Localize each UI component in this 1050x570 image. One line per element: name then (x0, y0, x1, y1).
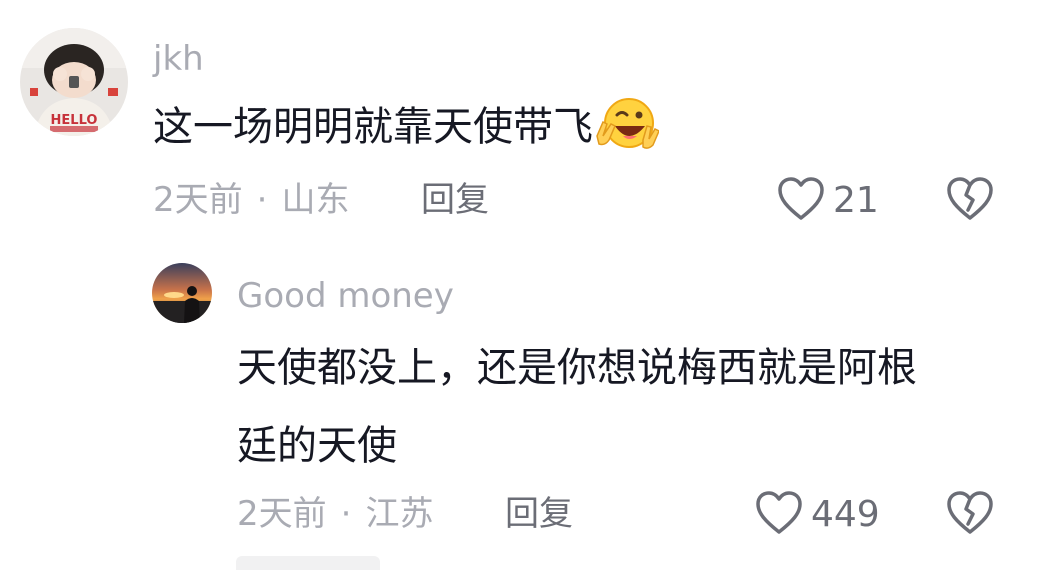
broken-heart-icon (946, 491, 994, 540)
avatar[interactable]: HELLO (20, 28, 128, 136)
comment-time: 2天前 (237, 494, 327, 534)
expand-replies-chip[interactable] (236, 556, 380, 570)
comment-text: 这一场明明就靠天使带飞 (153, 88, 660, 178)
heart-outline-icon (755, 490, 803, 540)
comment-text-line: 天使都没上，还是你想说梅西就是阿根 (237, 345, 917, 391)
like-button[interactable]: 449 (755, 490, 880, 540)
comment-text: 天使都没上，还是你想说梅西就是阿根 廷的天使 (237, 329, 917, 485)
dislike-button[interactable] (946, 176, 994, 226)
grinning-wink-peace-emoji-icon (593, 96, 660, 178)
heart-outline-icon (777, 176, 825, 226)
comment-location: 山东 (281, 180, 350, 220)
comment-text-line: 廷的天使 (237, 423, 397, 469)
comment-meta: 2天前 · 江苏 (237, 497, 433, 531)
comment-text-body: 这一场明明就靠天使带飞 (153, 104, 593, 150)
comment-meta: 2天前 · 山东 (153, 183, 349, 217)
comment-time: 2天前 (153, 180, 243, 220)
comment-location: 江苏 (365, 494, 434, 534)
reply-button[interactable]: 回复 (421, 183, 489, 217)
broken-heart-icon (946, 177, 994, 226)
like-button[interactable]: 21 (777, 176, 879, 226)
like-count: 21 (833, 180, 879, 221)
dislike-button[interactable] (946, 490, 994, 540)
comment-username[interactable]: Good money (237, 279, 454, 313)
comment-username[interactable]: jkh (153, 42, 204, 76)
meta-separator: · (256, 180, 268, 220)
reply-comment-item: Good money 天使都没上，还是你想说梅西就是阿根 廷的天使 2天前 · 江苏… (0, 255, 1050, 555)
meta-separator: · (340, 494, 352, 534)
like-count: 449 (811, 494, 880, 535)
avatar[interactable] (152, 263, 212, 323)
comment-item: HELLO jkh 这一场明明就靠天使带飞 2天前 · 山东 回复 21 (0, 0, 1050, 240)
reply-button[interactable]: 回复 (505, 497, 573, 531)
svg-text:HELLO: HELLO (51, 113, 98, 128)
